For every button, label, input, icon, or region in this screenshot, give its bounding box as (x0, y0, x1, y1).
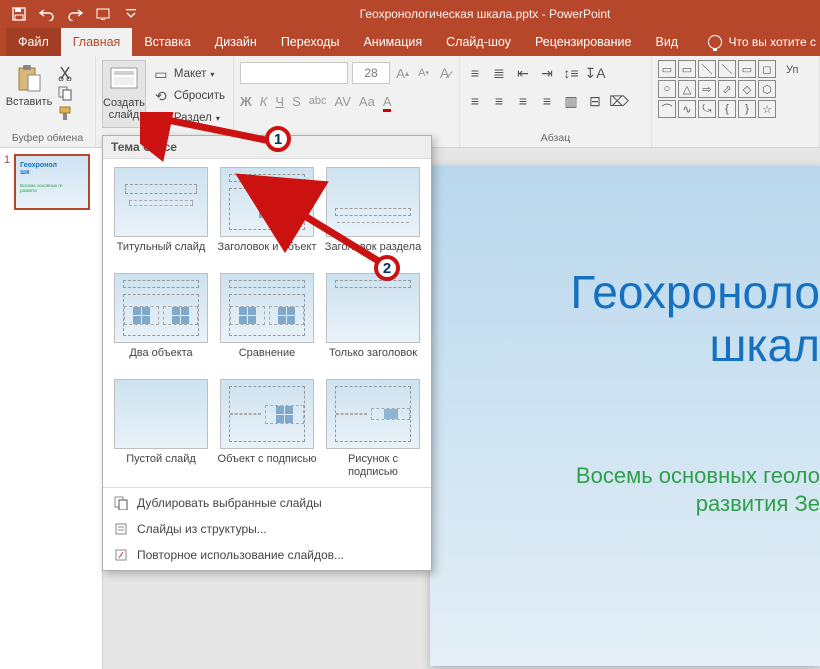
ribbon-tabs: Файл Главная Вставка Дизайн Переходы Ани… (0, 28, 820, 56)
new-slide-button[interactable]: Создать слайд (102, 60, 146, 128)
tab-design[interactable]: Дизайн (203, 28, 269, 56)
undo-icon[interactable] (34, 3, 60, 25)
group-clipboard-label: Буфер обмена (6, 132, 89, 145)
thumb-title: Геохронол шк (20, 162, 84, 176)
new-slide-label: Создать слайд (103, 97, 145, 121)
layout-icon: ▭ (152, 65, 170, 83)
qat-more-icon[interactable] (118, 3, 144, 25)
layout-section-header[interactable]: Заголовок раздела (323, 167, 423, 267)
window-title: Геохронологическая шкала.pptx - PowerPoi… (150, 7, 820, 21)
slide-thumbnail-1[interactable]: 1 Геохронол шк Восемь основных ге развит… (4, 154, 98, 210)
clear-formatting-icon[interactable]: A̷ (436, 64, 453, 82)
align-text-icon[interactable]: ⊟ (586, 92, 604, 110)
paste-label: Вставить (6, 96, 53, 108)
duplicate-icon (113, 495, 129, 511)
reset-icon: ⟲ (152, 87, 170, 105)
paste-button[interactable]: Вставить (6, 60, 52, 128)
slide-title: Геохроноло шкал (460, 266, 820, 372)
tab-transitions[interactable]: Переходы (269, 28, 352, 56)
lightbulb-icon (708, 35, 722, 49)
line-spacing-icon[interactable]: ↕≡ (562, 64, 580, 82)
reuse-slides-item[interactable]: Повторное использование слайдов... (103, 542, 431, 568)
tab-review[interactable]: Рецензирование (523, 28, 644, 56)
bullets-icon[interactable]: ≡ (466, 64, 484, 82)
slide-thumbnail-pane: 1 Геохронол шк Восемь основных ге развит… (0, 148, 103, 669)
font-family-select[interactable] (240, 62, 348, 84)
layout-button[interactable]: ▭Макет▾ (150, 64, 227, 84)
group-clipboard: Вставить Буфер обмена (0, 56, 96, 147)
align-left-icon[interactable]: ≡ (466, 92, 484, 110)
title-bar: Геохронологическая шкала.pptx - PowerPoi… (0, 0, 820, 28)
cut-icon[interactable] (56, 64, 74, 82)
increase-indent-icon[interactable]: ⇥ (538, 64, 556, 82)
text-direction-icon[interactable]: ↧A (586, 64, 604, 82)
bold-button[interactable]: Ж (240, 94, 252, 109)
tab-file[interactable]: Файл (6, 28, 61, 56)
decrease-font-icon[interactable]: A▾ (415, 64, 432, 82)
paste-icon (13, 64, 45, 92)
align-right-icon[interactable]: ≡ (514, 92, 532, 110)
thumbnail-number: 1 (4, 154, 10, 210)
layout-comparison[interactable]: Сравнение (217, 273, 317, 373)
reuse-icon (113, 547, 129, 563)
underline-button[interactable]: Ч (275, 94, 284, 109)
group-slides: Создать слайд ▭Макет▾ ⟲Сбросить ▤Раздел▾ (96, 56, 234, 147)
font-size-select[interactable]: 28 (352, 62, 390, 84)
tell-me-label: Что вы хотите с (728, 35, 816, 49)
strike-button[interactable]: S (292, 94, 301, 109)
duplicate-slides-item[interactable]: Дублировать выбранные слайды (103, 490, 431, 516)
increase-font-icon[interactable]: A▴ (394, 64, 411, 82)
layout-title-only[interactable]: Только заголовок (323, 273, 423, 373)
tab-home[interactable]: Главная (61, 28, 133, 56)
layout-title-slide[interactable]: Титульный слайд (111, 167, 211, 267)
decrease-indent-icon[interactable]: ⇤ (514, 64, 532, 82)
tab-slideshow[interactable]: Слайд-шоу (434, 28, 523, 56)
align-center-icon[interactable]: ≡ (490, 92, 508, 110)
shadow-button[interactable]: abc (309, 95, 327, 107)
slide-subtitle: Восемь основных геоло развития Зе (460, 462, 820, 519)
thumb-subtitle: Восемь основных ге развити (20, 184, 84, 193)
quick-access-toolbar (0, 3, 150, 25)
justify-icon[interactable]: ≡ (538, 92, 556, 110)
group-paragraph-label: Абзац (466, 132, 645, 145)
new-slide-layout-menu: Тема Office Титульный слайд Заголовок и … (102, 135, 432, 571)
tab-animations[interactable]: Анимация (351, 28, 434, 56)
arrange-button[interactable]: Уп (786, 64, 798, 76)
redo-icon[interactable] (62, 3, 88, 25)
slide-canvas[interactable]: Геохроноло шкал Восемь основных геоло ра… (430, 166, 820, 666)
font-color-button[interactable]: A (383, 94, 392, 109)
reset-button[interactable]: ⟲Сбросить (150, 86, 227, 106)
shape-gallery[interactable]: ▭▭＼＼▭◻ ○△⇨⬀◇⬡ ⌒∿⤿{}☆ (658, 60, 776, 132)
numbering-icon[interactable]: ≣ (490, 64, 508, 82)
group-drawing: ▭▭＼＼▭◻ ○△⇨⬀◇⬡ ⌒∿⤿{}☆ Уп (652, 56, 820, 147)
layout-blank[interactable]: Пустой слайд (111, 379, 211, 479)
new-slide-icon (108, 65, 140, 93)
tell-me-search[interactable]: Что вы хотите с (708, 28, 820, 56)
annotation-marker-2: 2 (374, 255, 400, 281)
tab-insert[interactable]: Вставка (132, 28, 202, 56)
layout-picture-caption[interactable]: Рисунок с подписью (323, 379, 423, 479)
copy-icon[interactable] (56, 84, 74, 102)
section-button[interactable]: ▤Раздел▾ (150, 108, 227, 128)
start-from-beginning-icon[interactable] (90, 3, 116, 25)
layout-content-caption[interactable]: Объект с подписью (217, 379, 317, 479)
italic-button[interactable]: К (260, 94, 268, 109)
char-spacing-button[interactable]: AV (335, 94, 351, 109)
columns-icon[interactable]: ▥ (562, 92, 580, 110)
section-icon: ▤ (152, 109, 170, 127)
save-icon[interactable] (6, 3, 32, 25)
outline-icon (113, 521, 129, 537)
annotation-marker-1: 1 (265, 126, 291, 152)
thumbnail-preview: Геохронол шк Восемь основных ге развити (14, 154, 90, 210)
smartart-icon[interactable]: ⌦ (610, 92, 628, 110)
change-case-button[interactable]: Aa (359, 94, 375, 109)
tab-view[interactable]: Вид (643, 28, 690, 56)
layout-title-content[interactable]: Заголовок и объект (217, 167, 317, 267)
group-drawing-label (658, 132, 813, 145)
format-painter-icon[interactable] (56, 104, 74, 122)
group-paragraph: ≡ ≣ ⇤ ⇥ ↕≡ ↧A ≡ ≡ ≡ ≡ ▥ ⊟ ⌦ Абзац (460, 56, 652, 147)
layout-two-content[interactable]: Два объекта (111, 273, 211, 373)
slides-from-outline-item[interactable]: Слайды из структуры... (103, 516, 431, 542)
